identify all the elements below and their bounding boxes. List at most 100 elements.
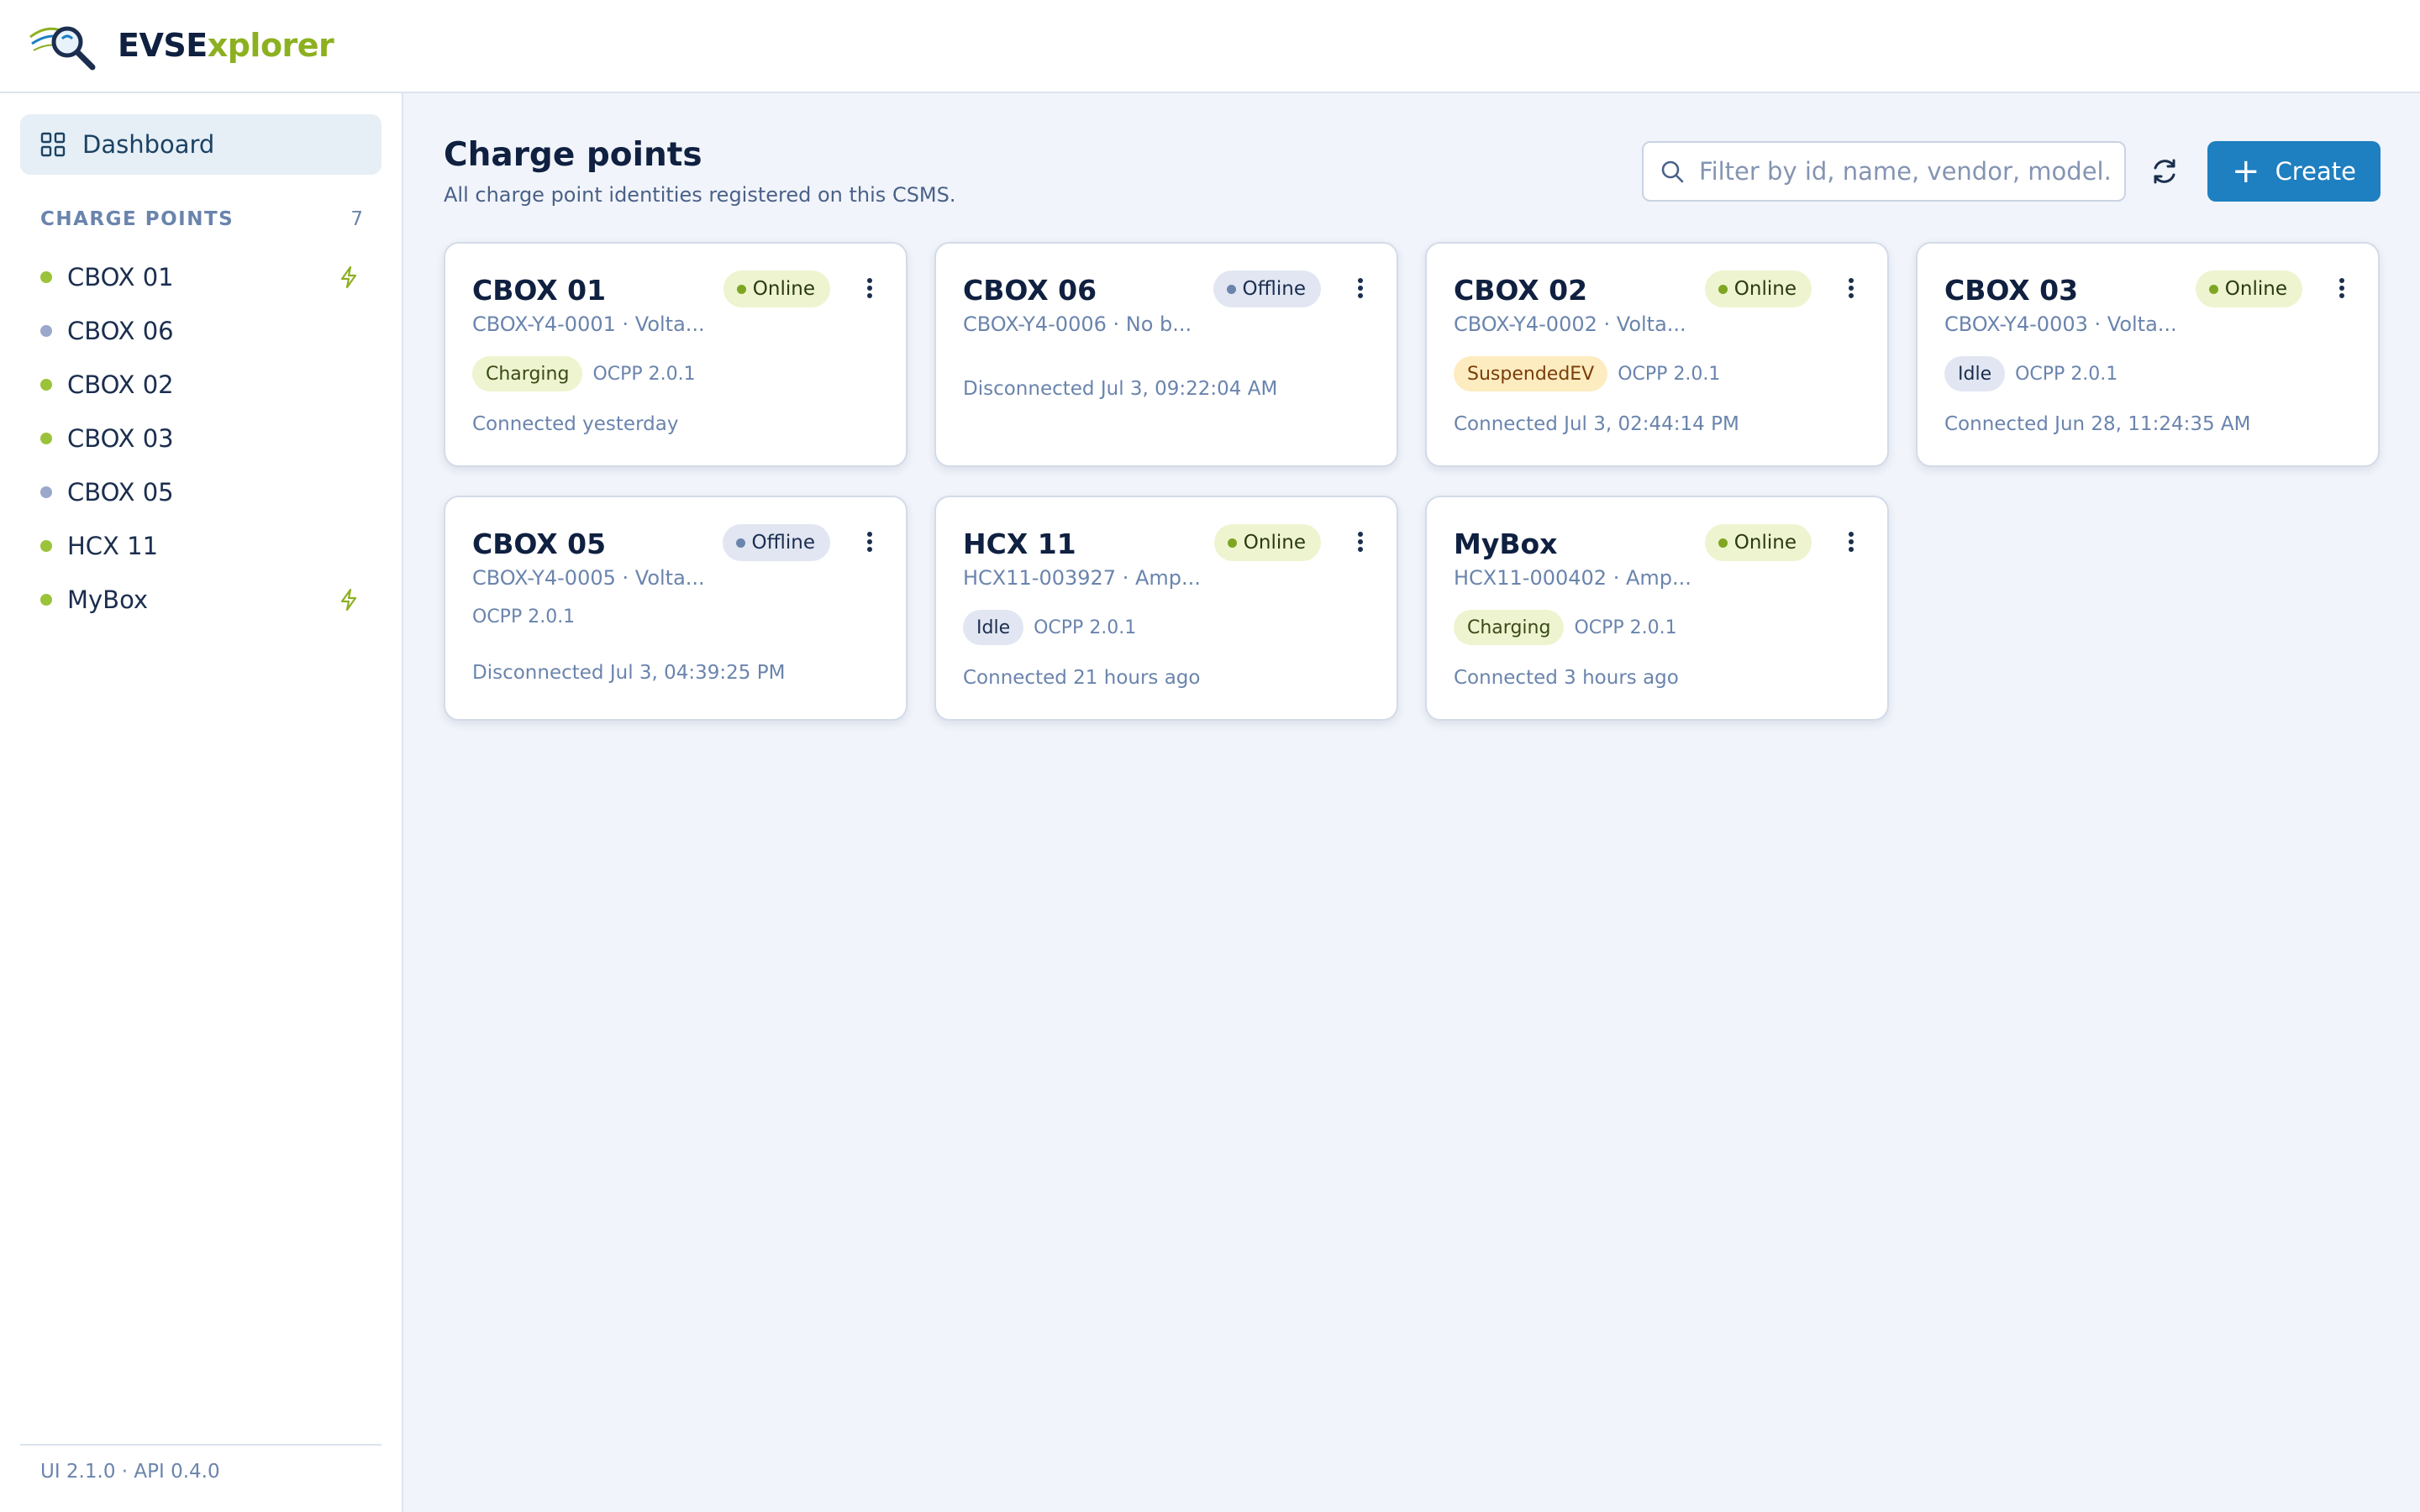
more-options-icon[interactable] <box>1845 528 1857 561</box>
section-count: 7 <box>350 208 363 230</box>
card-subtitle: CBOX-Y4-0002 · Volta... <box>1454 312 1686 336</box>
card-subtitle: CBOX-Y4-0003 · Volta... <box>1944 312 2177 336</box>
status-label: Online <box>2224 278 2287 300</box>
more-options-icon[interactable] <box>1355 528 1366 561</box>
card-tags: OCPP 2.0.1 <box>472 606 575 627</box>
card-subtitle: CBOX-Y4-0005 · Volta... <box>472 566 705 590</box>
connector-status-badge: Idle <box>1944 356 2006 391</box>
search-input[interactable] <box>1699 157 2111 186</box>
charge-point-card-cbox-01[interactable]: CBOX 01 CBOX-Y4-0001 · Volta... Online C… <box>444 242 908 467</box>
card-title: CBOX 06 <box>963 274 1097 307</box>
page-subtitle: All charge point identities registered o… <box>444 183 956 207</box>
card-tags: Charging OCPP 2.0.1 <box>472 356 696 391</box>
connection-status: Disconnected Jul 3, 09:22:04 AM <box>963 378 1278 400</box>
status-dot <box>2208 284 2218 294</box>
ocpp-version: OCPP 2.0.1 <box>1034 617 1137 638</box>
status-dot <box>40 271 52 283</box>
more-options-icon[interactable] <box>1355 274 1366 307</box>
connection-status: Connected yesterday <box>472 413 679 435</box>
status-label: Offline <box>751 532 815 554</box>
sidebar-item-cbox-03[interactable]: CBOX 03 <box>20 412 381 465</box>
more-options-icon[interactable] <box>2336 274 2348 307</box>
more-options-icon[interactable] <box>1845 274 1857 307</box>
refresh-icon[interactable] <box>2146 153 2183 190</box>
charge-point-card-hcx-11[interactable]: HCX 11 HCX11-003927 · Amp... Online Idle… <box>934 496 1398 721</box>
connection-status: Connected 21 hours ago <box>963 667 1201 689</box>
sidebar-item-cbox-05[interactable]: CBOX 05 <box>20 465 381 519</box>
charge-point-card-cbox-03[interactable]: CBOX 03 CBOX-Y4-0003 · Volta... Online I… <box>1916 242 2380 467</box>
sidebar-item-label: HCX 11 <box>67 532 159 560</box>
status-label: Offline <box>1242 278 1306 300</box>
status-badge: Online <box>723 270 830 307</box>
status-badge: Online <box>1213 524 1321 561</box>
status-dot <box>1226 284 1236 294</box>
charge-point-card-cbox-05[interactable]: CBOX 05 CBOX-Y4-0005 · Volta... Offline … <box>444 496 908 721</box>
status-dot <box>40 594 52 606</box>
card-title: CBOX 05 <box>472 528 607 560</box>
section-title: CHARGE POINTS <box>40 208 234 230</box>
status-dot <box>1718 538 1728 548</box>
version-info: UI 2.1.0 · API 0.4.0 <box>20 1444 381 1483</box>
card-title: MyBox <box>1454 528 1558 560</box>
grid-icon <box>40 132 66 157</box>
ocpp-version: OCPP 2.0.1 <box>2015 363 2118 385</box>
status-dot <box>40 540 52 552</box>
status-label: Online <box>1243 532 1306 554</box>
ocpp-version: OCPP 2.0.1 <box>472 606 576 627</box>
card-tags: SuspendedEV OCPP 2.0.1 <box>1454 356 1720 391</box>
status-badge: Online <box>1704 270 1812 307</box>
status-dot <box>40 379 52 391</box>
sidebar-item-dashboard[interactable]: Dashboard <box>20 114 381 175</box>
brand-name: EVSExplorer <box>118 27 334 64</box>
create-button[interactable]: + Create <box>2207 141 2381 202</box>
lightning-bolt-icon <box>340 265 357 289</box>
more-options-icon[interactable] <box>864 528 876 561</box>
status-dot <box>1227 538 1237 548</box>
ocpp-version: OCPP 2.0.1 <box>1618 363 1721 385</box>
status-dot <box>735 538 745 548</box>
sidebar-item-label: CBOX 03 <box>67 424 174 453</box>
plus-icon: + <box>2232 152 2260 191</box>
sidebar-item-label: CBOX 05 <box>67 478 174 507</box>
status-badge: Offline <box>722 524 830 561</box>
brand-name-suffix: xplorer <box>207 27 334 64</box>
charge-point-list: CBOX 01 CBOX 06 CBOX 02 CBOX 03 CBOX 05 … <box>20 250 381 627</box>
top-bar: EVSExplorer <box>0 0 2420 93</box>
charge-point-card-cbox-06[interactable]: CBOX 06 CBOX-Y4-0006 · No b... Offline D… <box>934 242 1398 467</box>
sidebar: Dashboard CHARGE POINTS 7 CBOX 01 CBOX 0… <box>0 93 403 1512</box>
ocpp-version: OCPP 2.0.1 <box>592 363 696 385</box>
connection-status: Connected Jun 28, 11:24:35 AM <box>1944 413 2251 435</box>
card-subtitle: CBOX-Y4-0006 · No b... <box>963 312 1192 336</box>
sidebar-item-hcx-11[interactable]: HCX 11 <box>20 519 381 573</box>
status-badge: Online <box>1704 524 1812 561</box>
page-title: Charge points <box>444 136 702 174</box>
sidebar-item-mybox[interactable]: MyBox <box>20 573 381 627</box>
connector-status-badge: Charging <box>472 356 583 391</box>
connection-status: Disconnected Jul 3, 04:39:25 PM <box>472 662 786 684</box>
sidebar-item-label: Dashboard <box>82 130 215 159</box>
charge-point-card-cbox-02[interactable]: CBOX 02 CBOX-Y4-0002 · Volta... Online S… <box>1425 242 1889 467</box>
card-subtitle: CBOX-Y4-0001 · Volta... <box>472 312 705 336</box>
status-badge: Offline <box>1213 270 1321 307</box>
card-title: CBOX 03 <box>1944 274 2079 307</box>
sidebar-item-label: MyBox <box>67 585 149 614</box>
charge-point-card-mybox[interactable]: MyBox HCX11-000402 · Amp... Online Charg… <box>1425 496 1889 721</box>
brand[interactable]: EVSExplorer <box>29 18 334 72</box>
card-title: CBOX 02 <box>1454 274 1588 307</box>
brand-name-prefix: EVSE <box>118 27 208 64</box>
search-icon <box>1661 160 1684 183</box>
sidebar-item-cbox-06[interactable]: CBOX 06 <box>20 304 381 358</box>
connector-status-badge: Charging <box>1454 610 1565 645</box>
status-dot <box>40 486 52 498</box>
sidebar-item-cbox-01[interactable]: CBOX 01 <box>20 250 381 304</box>
more-options-icon[interactable] <box>864 274 876 307</box>
magnifier-logo-icon <box>29 26 96 71</box>
card-subtitle: HCX11-000402 · Amp... <box>1454 566 1691 590</box>
status-dot <box>1718 284 1728 294</box>
sidebar-item-label: CBOX 06 <box>67 317 174 345</box>
create-button-label: Create <box>2275 157 2356 186</box>
search-box[interactable] <box>1642 141 2126 202</box>
sidebar-item-cbox-02[interactable]: CBOX 02 <box>20 358 381 412</box>
status-label: Online <box>752 278 815 300</box>
connector-status-badge: Idle <box>963 610 1024 645</box>
